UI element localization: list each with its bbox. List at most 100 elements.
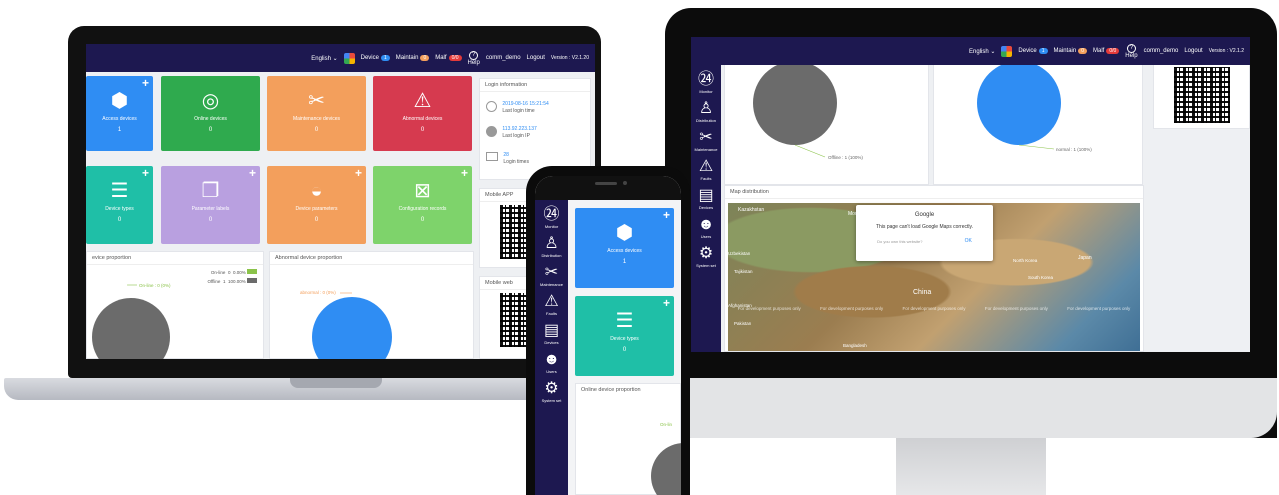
plus-icon[interactable]: + bbox=[461, 166, 468, 180]
language-select[interactable]: English ⌄ bbox=[969, 48, 995, 55]
24h-icon: ㉔ bbox=[543, 206, 560, 223]
server-icon: ☰ bbox=[615, 310, 634, 332]
offline-slice[interactable] bbox=[92, 298, 170, 359]
normal-callout: normal : 1 (100%) bbox=[1056, 147, 1092, 152]
tile-abnormal-devices[interactable]: ⚠ Abnormal devices 0 bbox=[373, 76, 472, 151]
malf-status[interactable]: Malf 0/0 bbox=[1093, 48, 1120, 54]
map-card-title: Map distribution bbox=[725, 186, 1143, 199]
sidebar-item-devices[interactable]: ▤ Devices bbox=[535, 322, 568, 345]
online-callout: On-lin bbox=[660, 422, 673, 427]
monitor-chin bbox=[665, 378, 1277, 438]
laptop-notch bbox=[290, 378, 382, 388]
offline-callout: Offline : 1 (100%) bbox=[828, 155, 863, 160]
user-name[interactable]: comm_demo bbox=[1144, 48, 1179, 54]
apps-icon[interactable] bbox=[343, 52, 355, 64]
qr-card bbox=[1153, 65, 1250, 129]
dialog-question: Do you own this website? bbox=[877, 238, 923, 244]
speaker bbox=[595, 182, 617, 185]
tools-icon: ✂ bbox=[308, 90, 325, 112]
online-pie-chart: Offline : 1 (100%) bbox=[753, 61, 863, 160]
plus-icon[interactable]: + bbox=[663, 208, 670, 222]
plus-icon[interactable]: + bbox=[663, 296, 670, 310]
map-label: Kazakhstan bbox=[738, 207, 765, 213]
google-map[interactable]: Kazakhstan Mongolia Uzbekistan Tajikista… bbox=[728, 203, 1140, 351]
sidebar-item-system-set[interactable]: ⚙ System set bbox=[691, 245, 721, 268]
normal-slice[interactable] bbox=[312, 297, 392, 359]
abnormal-callout: abnormal : 0 (0%) bbox=[300, 290, 336, 295]
abnormal-proportion-card: Abnormal device proportion abnormal : 0 … bbox=[269, 251, 474, 359]
cube-icon: ⬢ bbox=[110, 90, 129, 112]
monitor-stand bbox=[896, 438, 1046, 495]
phone-notch bbox=[535, 176, 681, 200]
server-icon: ☰ bbox=[110, 180, 129, 202]
tools-icon: ✂ bbox=[544, 264, 559, 281]
normal-slice[interactable] bbox=[977, 61, 1061, 145]
sidebar-item-devices[interactable]: ▤ Devices bbox=[691, 187, 721, 210]
online-pie-chart: On-line : 0 (0%) bbox=[92, 283, 171, 359]
apps-icon[interactable] bbox=[1001, 45, 1013, 57]
tile-device-parameters[interactable]: + ◒ Device parameters 0 bbox=[267, 166, 366, 244]
maintain-status[interactable]: Maintain 0 bbox=[396, 55, 430, 61]
tile-access-devices[interactable]: + ⬢ Access devices 1 bbox=[575, 208, 674, 288]
dialog-message: This page can't load Google Maps correct… bbox=[875, 224, 974, 230]
abnormal-proportion-card: normal : 1 (100%) bbox=[933, 61, 1143, 185]
gear-icon: ⚙ bbox=[698, 245, 714, 262]
tile-device-types[interactable]: + ☰ Device types 0 bbox=[86, 166, 153, 244]
tile-access-devices[interactable]: + ⬢ Access devices 1 bbox=[86, 76, 153, 151]
sidebar-item-users[interactable]: ☻ Users bbox=[535, 351, 568, 374]
monitor-screen: English ⌄ Device 1 Maintain 0 Malf 0/0 ? Hel… bbox=[691, 37, 1250, 352]
sidebar-item-faults[interactable]: ⚠ Faults bbox=[535, 293, 568, 316]
warning-icon: ⚠ bbox=[698, 158, 714, 175]
device-icon: ▤ bbox=[543, 322, 560, 339]
callout-line bbox=[1018, 144, 1055, 150]
plus-icon[interactable]: + bbox=[142, 76, 149, 90]
maintain-status[interactable]: Maintain 0 bbox=[1054, 48, 1087, 54]
plus-icon[interactable]: + bbox=[355, 166, 362, 180]
document-icon: ❐ bbox=[201, 180, 220, 202]
map-label: China bbox=[913, 289, 932, 296]
sidebar-item-distribution[interactable]: ♙ Distribution bbox=[535, 235, 568, 258]
device-icon: ▤ bbox=[698, 187, 714, 204]
dialog-ok-button[interactable]: OK bbox=[965, 238, 972, 244]
help-button[interactable]: ? Help bbox=[1125, 43, 1138, 59]
users-icon: ☻ bbox=[697, 216, 715, 233]
power-icon: ◎ bbox=[201, 90, 220, 112]
sidebar-item-monitor[interactable]: ㉔ Monitor bbox=[691, 71, 721, 94]
language-select[interactable]: English ⌄ bbox=[311, 55, 337, 62]
user-map-icon: ♙ bbox=[544, 235, 559, 252]
gear-icon: ⚙ bbox=[544, 380, 559, 397]
top-bar: English ⌄ Device 1 Maintain 0 Malf 0/0 ? Hel… bbox=[691, 37, 1250, 65]
plus-icon[interactable]: + bbox=[249, 166, 256, 180]
map-label: South Korea bbox=[1028, 275, 1054, 280]
tile-device-types[interactable]: + ☰ Device types 0 bbox=[575, 296, 674, 376]
device-status[interactable]: Device 1 bbox=[1018, 48, 1048, 54]
map-watermark: For development purposes only For develop… bbox=[737, 306, 1131, 311]
tile-maintenance-devices[interactable]: ✂ Maintenance devices 0 bbox=[267, 76, 366, 151]
24h-icon: ㉔ bbox=[697, 71, 714, 88]
user-map-icon: ♙ bbox=[698, 100, 714, 117]
callout-line bbox=[794, 144, 826, 158]
sidebar-item-maintenance[interactable]: ✂ Maintenance bbox=[535, 264, 568, 287]
tile-online-devices[interactable]: ◎ Online devices 0 bbox=[161, 76, 260, 151]
offline-slice[interactable] bbox=[753, 61, 837, 145]
tile-configuration-records[interactable]: + ⊠ Configuration records 0 bbox=[373, 166, 472, 244]
malf-status[interactable]: Malf 0/0 bbox=[435, 55, 462, 61]
phone-screen: ㉔ Monitor ♙ Distribution ✂ Maintenance ⚠ Fau… bbox=[535, 176, 681, 495]
offline-slice[interactable] bbox=[651, 443, 681, 495]
tile-parameter-labels[interactable]: + ❐ Parameter labels 0 bbox=[161, 166, 260, 244]
device-status[interactable]: Device 1 bbox=[361, 55, 390, 61]
help-button[interactable]: ? Help bbox=[468, 50, 480, 66]
sidebar-item-faults[interactable]: ⚠ Faults bbox=[691, 158, 721, 181]
gauge-icon: ◒ bbox=[310, 180, 323, 202]
logout-link[interactable]: Logout bbox=[527, 55, 545, 61]
user-name[interactable]: comm_demo bbox=[486, 55, 521, 61]
sidebar-item-system-set[interactable]: ⚙ System set bbox=[535, 380, 568, 403]
plus-icon[interactable]: + bbox=[142, 166, 149, 180]
sidebar-item-distribution[interactable]: ♙ Distribution bbox=[691, 100, 721, 123]
sidebar-item-maintenance[interactable]: ✂ Maintenance bbox=[691, 129, 721, 152]
logout-link[interactable]: Logout bbox=[1184, 48, 1202, 54]
top-bar: English ⌄ Device 1 Maintain 0 Malf 0/0 ? Hel… bbox=[86, 44, 595, 72]
sidebar-item-monitor[interactable]: ㉔ Monitor bbox=[535, 206, 568, 229]
sidebar-item-users[interactable]: ☻ Users bbox=[691, 216, 721, 239]
location-icon bbox=[486, 126, 497, 137]
